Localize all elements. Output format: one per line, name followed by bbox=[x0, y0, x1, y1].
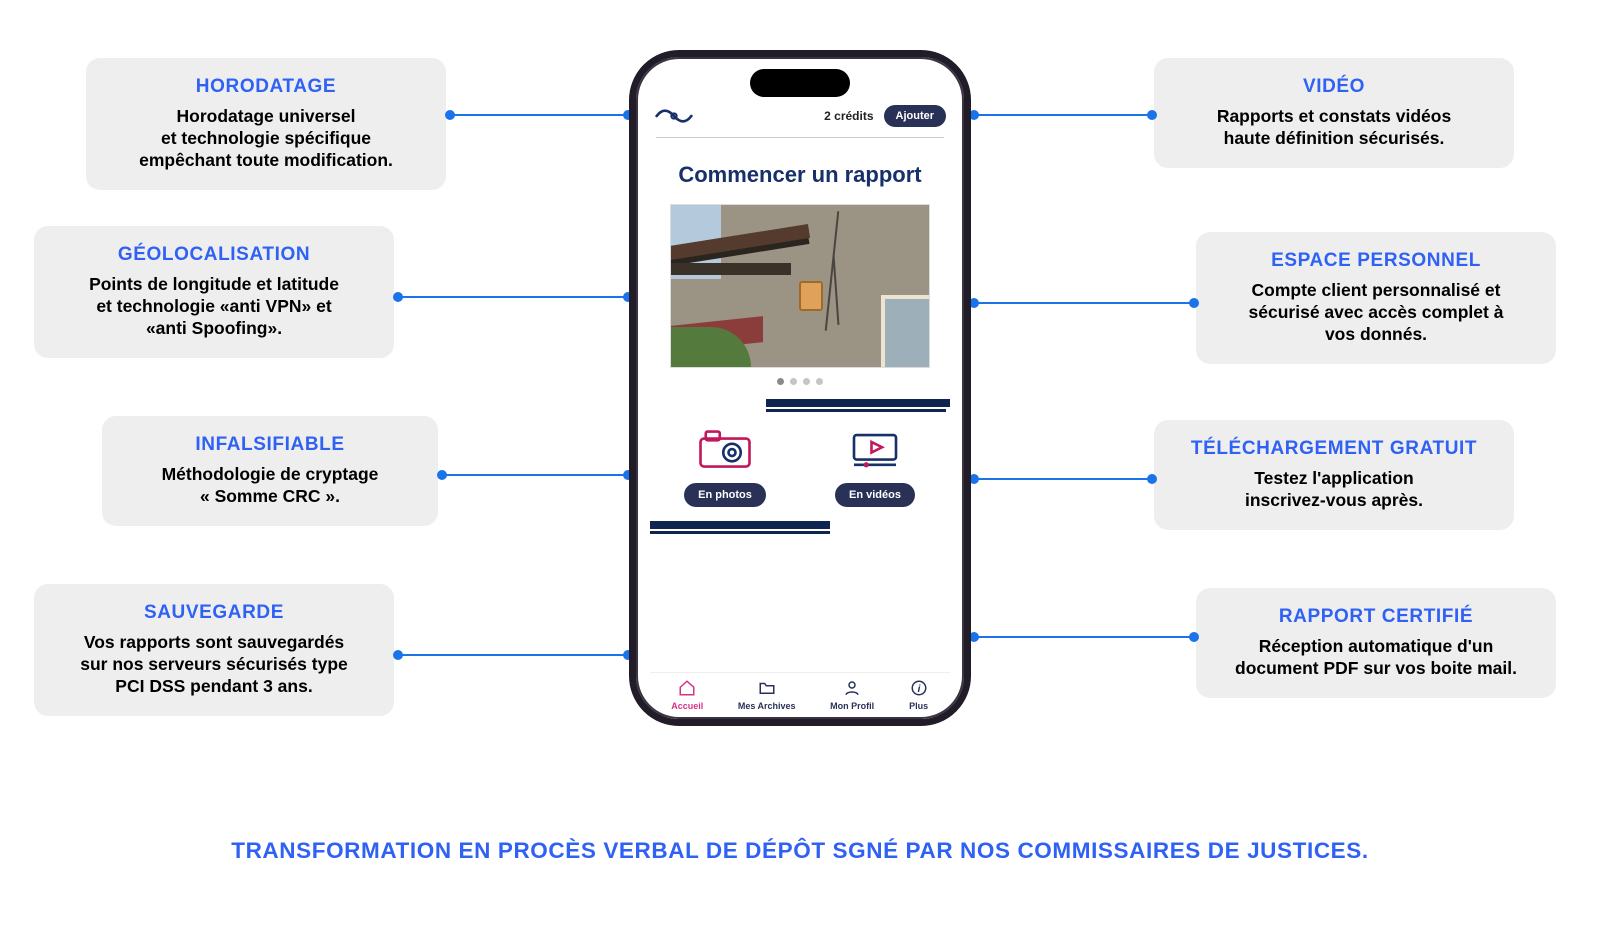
action-videos[interactable]: En vidéos bbox=[825, 428, 925, 507]
nav-label: Plus bbox=[909, 701, 928, 711]
dot[interactable] bbox=[790, 378, 797, 385]
screen-title: Commencer un rapport bbox=[650, 162, 950, 188]
camera-icon bbox=[697, 428, 753, 475]
videos-button[interactable]: En vidéos bbox=[835, 483, 915, 507]
credits-label: 2 crédits bbox=[824, 109, 873, 123]
svg-text:i: i bbox=[917, 683, 921, 695]
bottom-nav: Accueil Mes Archives Mon Profil i Plus bbox=[650, 672, 950, 719]
action-photos[interactable]: En photos bbox=[675, 428, 775, 507]
nav-home[interactable]: Accueil bbox=[671, 679, 703, 711]
feature-title: SAUVEGARDE bbox=[52, 602, 376, 624]
folder-icon bbox=[757, 679, 777, 699]
feature-desc: Points de longitude et latitudeet techno… bbox=[52, 274, 376, 340]
feature-title: TÉLÉCHARGEMENT GRATUIT bbox=[1172, 438, 1496, 460]
video-icon bbox=[847, 428, 903, 475]
nav-archives[interactable]: Mes Archives bbox=[738, 679, 796, 711]
app-logo-icon bbox=[654, 103, 694, 129]
phone-mockup: 2 crédits Ajouter Commencer un rapport bbox=[629, 50, 971, 726]
footer-tagline: TRANSFORMATION EN PROCÈS VERBAL DE DÉPÔT… bbox=[0, 838, 1600, 864]
sample-photo bbox=[670, 204, 930, 368]
nav-label: Accueil bbox=[671, 701, 703, 711]
nav-label: Mon Profil bbox=[830, 701, 874, 711]
feature-title: GÉOLOCALISATION bbox=[52, 244, 376, 266]
add-credits-button[interactable]: Ajouter bbox=[884, 105, 947, 127]
feature-card-video: VIDÉO Rapports et constats vidéoshaute d… bbox=[1154, 58, 1514, 168]
phone-screen: 2 crédits Ajouter Commencer un rapport bbox=[636, 57, 964, 719]
feature-desc: Horodatage universelet technologie spéci… bbox=[104, 106, 428, 172]
app-topbar: 2 crédits Ajouter bbox=[650, 103, 950, 129]
feature-card-horodatage: HORODATAGE Horodatage universelet techno… bbox=[86, 58, 446, 190]
nav-profile[interactable]: Mon Profil bbox=[830, 679, 874, 711]
decor-bar bbox=[650, 531, 830, 534]
feature-title: RAPPORT CERTIFIÉ bbox=[1214, 606, 1538, 628]
feature-card-rapport-certifie: RAPPORT CERTIFIÉ Réception automatique d… bbox=[1196, 588, 1556, 698]
carousel-dots[interactable] bbox=[650, 378, 950, 385]
feature-card-geolocalisation: GÉOLOCALISATION Points de longitude et l… bbox=[34, 226, 394, 358]
divider bbox=[656, 137, 944, 138]
connector bbox=[974, 302, 1194, 304]
home-icon bbox=[677, 679, 697, 699]
feature-card-telechargement: TÉLÉCHARGEMENT GRATUIT Testez l'applicat… bbox=[1154, 420, 1514, 530]
decor-bar bbox=[766, 399, 950, 407]
connector bbox=[974, 478, 1152, 480]
decor-bar bbox=[766, 409, 946, 412]
diagram-stage: HORODATAGE Horodatage universelet techno… bbox=[0, 0, 1600, 926]
user-icon bbox=[842, 679, 862, 699]
dot[interactable] bbox=[816, 378, 823, 385]
dot[interactable] bbox=[777, 378, 784, 385]
feature-desc: Vos rapports sont sauvegardéssur nos ser… bbox=[52, 632, 376, 698]
connector bbox=[442, 474, 628, 476]
decor-bar bbox=[650, 521, 830, 529]
connector bbox=[398, 654, 628, 656]
feature-card-espace-personnel: ESPACE PERSONNEL Compte client personnal… bbox=[1196, 232, 1556, 364]
feature-desc: Testez l'applicationinscrivez-vous après… bbox=[1172, 468, 1496, 512]
nav-label: Mes Archives bbox=[738, 701, 796, 711]
feature-card-sauvegarde: SAUVEGARDE Vos rapports sont sauvegardés… bbox=[34, 584, 394, 716]
feature-title: VIDÉO bbox=[1172, 76, 1496, 98]
feature-title: HORODATAGE bbox=[104, 76, 428, 98]
dot[interactable] bbox=[803, 378, 810, 385]
feature-desc: Compte client personnalisé etsécurisé av… bbox=[1214, 280, 1538, 346]
photos-button[interactable]: En photos bbox=[684, 483, 766, 507]
info-icon: i bbox=[909, 679, 929, 699]
connector bbox=[450, 114, 628, 116]
feature-desc: Méthodologie de cryptage« Somme CRC ». bbox=[120, 464, 420, 508]
feature-card-infalsifiable: INFALSIFIABLE Méthodologie de cryptage« … bbox=[102, 416, 438, 526]
connector bbox=[398, 296, 628, 298]
feature-desc: Rapports et constats vidéoshaute définit… bbox=[1172, 106, 1496, 150]
feature-title: ESPACE PERSONNEL bbox=[1214, 250, 1538, 272]
feature-title: INFALSIFIABLE bbox=[120, 434, 420, 456]
connector bbox=[974, 636, 1194, 638]
nav-more[interactable]: i Plus bbox=[909, 679, 929, 711]
feature-desc: Réception automatique d'undocument PDF s… bbox=[1214, 636, 1538, 680]
connector bbox=[974, 114, 1152, 116]
capture-actions: En photos En vidéos bbox=[650, 428, 950, 507]
